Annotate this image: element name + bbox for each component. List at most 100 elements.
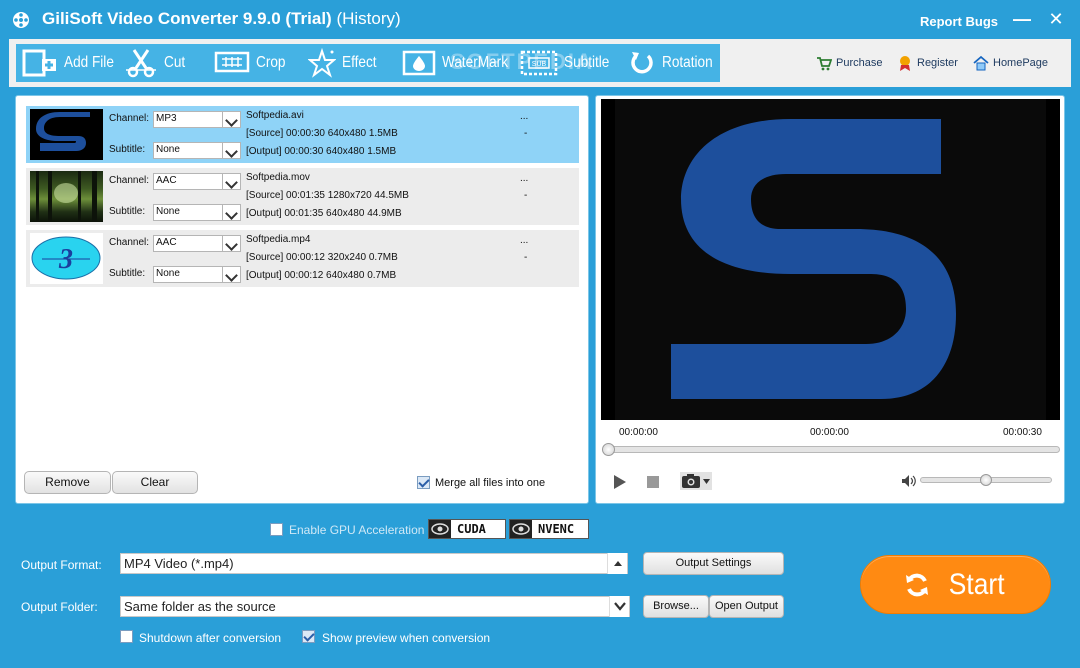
chevron-down-icon[interactable] — [222, 142, 241, 159]
remove-button[interactable]: Remove — [24, 471, 111, 494]
register-link[interactable]: Register — [897, 55, 958, 71]
output-folder-select[interactable]: Same folder as the source — [120, 596, 630, 617]
edit-toolbar: Add File Cut Crop Effect WaterMark SUB S… — [16, 44, 720, 82]
close-button[interactable]: ✕ — [1046, 9, 1066, 31]
output-info: [Output] 00:01:35 640x480 44.9MB — [246, 208, 402, 219]
volume-icon[interactable] — [901, 474, 917, 488]
window-title: GiliSoft Video Converter 9.9.0 (Trial) (… — [42, 9, 401, 29]
start-button[interactable]: Start — [860, 555, 1051, 614]
output-info: [Output] 00:00:30 640x480 1.5MB — [246, 146, 397, 157]
file-row[interactable]: 3 Channel: AAC Subtitle: None Softpedia.… — [26, 230, 579, 287]
seek-handle[interactable] — [602, 443, 615, 456]
purchase-link[interactable]: Purchase — [816, 55, 882, 71]
chevron-down-icon[interactable] — [222, 235, 241, 252]
file-row[interactable]: Channel: MP3 Subtitle: None Softpedia.av… — [26, 106, 579, 163]
report-bugs-link[interactable]: Report Bugs — [920, 14, 998, 29]
video-thumbnail — [30, 109, 103, 160]
show-preview-checkbox[interactable] — [302, 630, 315, 643]
output-format-dropdown[interactable] — [607, 553, 627, 574]
file-name: Softpedia.mov — [246, 172, 310, 183]
row-dash: - — [524, 252, 528, 263]
file-name: Softpedia.mp4 — [246, 234, 311, 245]
output-info: [Output] 00:00:12 640x480 0.7MB — [246, 270, 397, 281]
chevron-up-icon — [614, 561, 622, 566]
file-row[interactable]: Channel: AAC Subtitle: None Softpedia.mo… — [26, 168, 579, 225]
add-file-icon — [22, 49, 56, 77]
cart-icon — [817, 57, 832, 71]
subtitle-button[interactable]: SUB Subtitle — [520, 44, 617, 82]
cuda-label: CUDA — [457, 522, 486, 536]
subtitle-label: Subtitle — [564, 54, 610, 71]
output-settings-button[interactable]: Output Settings — [643, 552, 784, 575]
effect-button[interactable]: Effect — [308, 44, 383, 82]
subtitle-label: Subtitle: — [109, 144, 146, 155]
rotation-label: Rotation — [662, 54, 713, 71]
time-current: 00:00:00 — [619, 427, 658, 438]
more-options-button[interactable]: ... — [520, 111, 528, 122]
effect-label: Effect — [342, 54, 377, 71]
seek-bar[interactable] — [603, 446, 1060, 453]
start-label: Start — [948, 567, 1005, 601]
output-folder-label: Output Folder: — [21, 600, 98, 614]
window-title-history[interactable]: (History) — [336, 9, 400, 28]
window-title-main: GiliSoft Video Converter 9.9.0 (Trial) — [42, 9, 332, 28]
rotation-button[interactable]: Rotation — [628, 44, 722, 82]
stop-icon[interactable] — [647, 476, 659, 488]
clear-button[interactable]: Clear — [112, 471, 198, 494]
nvidia-eye-icon — [429, 520, 451, 538]
time-middle: 00:00:00 — [810, 427, 849, 438]
subtitle-label: Subtitle: — [109, 206, 146, 217]
subtitle-label: Subtitle: — [109, 268, 146, 279]
preview-frame — [601, 99, 1060, 420]
register-ribbon-icon — [900, 56, 910, 71]
cut-label: Cut — [164, 54, 186, 71]
channel-label: Channel: — [109, 113, 150, 124]
more-options-button[interactable]: ... — [520, 235, 528, 246]
crop-label: Crop — [256, 54, 286, 71]
video-preview — [601, 99, 1060, 420]
output-folder-dropdown[interactable] — [609, 596, 629, 617]
shutdown-checkbox[interactable] — [120, 630, 133, 643]
chevron-down-icon[interactable] — [222, 204, 241, 221]
more-options-button[interactable]: ... — [520, 173, 528, 184]
home-icon — [973, 55, 989, 71]
chevron-down-icon[interactable] — [222, 111, 241, 128]
add-file-label: Add File — [64, 54, 114, 71]
chevron-down-icon — [614, 602, 626, 611]
shutdown-label: Shutdown after conversion — [139, 631, 282, 645]
watermark-button[interactable]: WaterMark — [402, 44, 520, 82]
merge-label: Merge all files into one — [435, 477, 546, 489]
row-dash: - — [524, 190, 528, 201]
nvenc-badge: NVENC — [509, 519, 589, 539]
watermark-icon — [402, 50, 436, 76]
nvenc-label: NVENC — [538, 522, 575, 536]
source-info: [Source] 00:00:30 640x480 1.5MB — [246, 128, 398, 139]
title-bar: GiliSoft Video Converter 9.9.0 (Trial) (… — [0, 0, 1080, 40]
play-icon[interactable] — [613, 474, 627, 490]
row-dash: - — [524, 128, 528, 139]
film-reel-icon — [13, 12, 29, 28]
source-info: [Source] 00:01:35 1280x720 44.5MB — [246, 190, 409, 201]
gpu-acceleration-label: Enable GPU Acceleration — [289, 523, 425, 537]
chevron-down-icon[interactable] — [222, 173, 241, 190]
gpu-acceleration-checkbox[interactable] — [270, 523, 283, 536]
browse-button[interactable]: Browse... — [643, 595, 709, 618]
time-total: 00:00:30 — [1003, 427, 1042, 438]
minimize-button[interactable]: — — [1013, 9, 1031, 29]
file-list-panel: Channel: MP3 Subtitle: None Softpedia.av… — [15, 95, 589, 504]
homepage-link[interactable]: HomePage — [973, 55, 1048, 71]
source-info: [Source] 00:00:12 320x240 0.7MB — [246, 252, 398, 263]
open-output-button[interactable]: Open Output — [709, 595, 784, 618]
snapshot-camera-icon[interactable] — [680, 472, 712, 490]
subtitle-icon: SUB — [520, 50, 558, 76]
output-format-select[interactable]: MP4 Video (*.mp4) — [120, 553, 628, 574]
volume-handle[interactable] — [980, 474, 992, 486]
crop-button[interactable]: Crop — [214, 44, 291, 82]
add-file-button[interactable]: Add File — [22, 44, 123, 82]
merge-checkbox[interactable] — [417, 476, 430, 489]
purchase-label: Purchase — [836, 57, 883, 69]
chevron-down-icon[interactable] — [222, 266, 241, 283]
homepage-label: HomePage — [993, 57, 1049, 69]
channel-label: Channel: — [109, 237, 150, 248]
cut-button[interactable]: Cut — [124, 44, 189, 82]
